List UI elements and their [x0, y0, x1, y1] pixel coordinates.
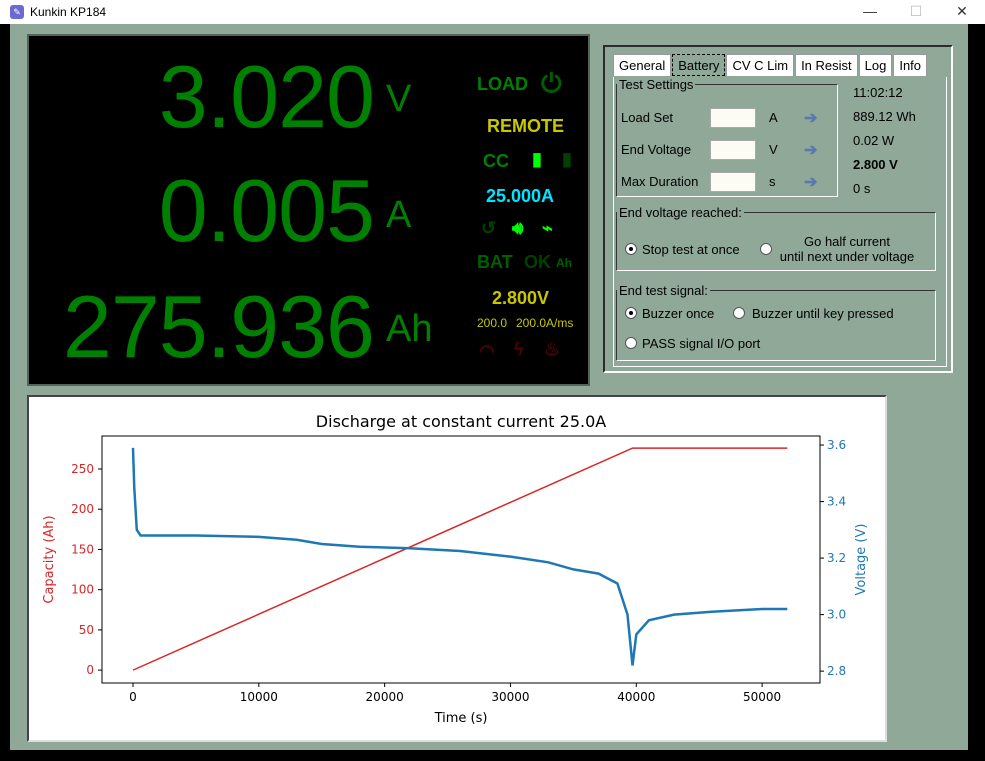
remote-indicator: REMOTE — [487, 116, 565, 136]
end-voltage-label: End Voltage — [621, 142, 692, 157]
tab-battery[interactable]: Battery — [672, 54, 726, 76]
energy-readout: 889.12 Wh — [853, 109, 916, 124]
mode-indicator: CC — [483, 151, 509, 171]
power-readout: 0.02 W — [853, 133, 895, 148]
load-set-unit: A — [769, 110, 778, 125]
x-tick-label: 40000 — [617, 690, 655, 704]
repeat-icon: ↺ — [481, 218, 497, 238]
close-button[interactable]: ✕ — [939, 0, 985, 24]
y-tick-label: 200 — [71, 502, 94, 516]
battery-charging-icon: ▮ — [532, 149, 542, 169]
current-unit: A — [386, 194, 412, 236]
go-half-current-line2: until next under voltage — [779, 249, 915, 264]
ok-indicator: OK — [524, 252, 551, 272]
x-axis-label: Time (s) — [434, 711, 488, 726]
y2-tick-label: 3.6 — [827, 438, 846, 452]
title-bar: ✎ Kunkin KP184 — ☐ ✕ — [0, 0, 985, 24]
capacity-unit: Ah — [386, 308, 433, 350]
load-set-label: Load Set — [621, 110, 674, 125]
battery-tab-body: Test Settings Load Set A ➔ End Voltage V… — [613, 77, 947, 367]
stop-test-label: Stop test at once — [642, 242, 740, 257]
capacity-line — [132, 447, 788, 671]
y2-tick-label: 3.0 — [827, 608, 846, 622]
y2-tick-label: 3.4 — [827, 495, 846, 509]
end-voltage-reached-legend: End voltage reached: — [619, 205, 742, 220]
flame-icon: ♨ — [544, 339, 561, 359]
tab-in-resist[interactable]: In Resist — [795, 54, 858, 76]
end-voltage-input[interactable] — [710, 140, 756, 160]
battery-unknown-icon: ▮ — [562, 149, 572, 169]
y-tick-label: 150 — [71, 542, 94, 556]
end-voltage: 2.800V — [492, 288, 550, 308]
load-set-apply-icon[interactable]: ➔ — [804, 108, 817, 128]
max-duration-input[interactable] — [710, 172, 756, 192]
y-tick-label: 50 — [79, 623, 94, 637]
x-tick-label: 0 — [129, 690, 137, 704]
pass-signal-label: PASS signal I/O port — [642, 336, 761, 351]
buzzer-until-key-radio[interactable] — [733, 307, 745, 319]
discharge-chart: Discharge at constant current 25.0A Time … — [42, 412, 869, 726]
buzzer-once-radio[interactable] — [625, 307, 637, 319]
speaker-icon: 🔊︎ — [512, 218, 524, 238]
load-set-input[interactable] — [710, 108, 756, 128]
set-current: 25.000A — [486, 186, 555, 206]
end-voltage-unit: V — [769, 142, 778, 157]
pass-signal-radio[interactable] — [625, 337, 637, 349]
gauge-icon: ◠ — [479, 341, 495, 361]
voltage-readout: 3.020 — [158, 47, 375, 146]
bat-indicator: BAT — [477, 252, 513, 272]
y2-tick-label: 3.2 — [827, 551, 846, 565]
chart-panel: Discharge at constant current 25.0A Time … — [27, 395, 887, 742]
tab-general[interactable]: General — [613, 54, 672, 76]
window-title: Kunkin KP184 — [30, 5, 107, 19]
y2-axis-label: Voltage (V) — [854, 524, 869, 596]
buzzer-once-label: Buzzer once — [642, 306, 715, 321]
x-tick-label: 30000 — [491, 690, 529, 704]
app-icon: ✎ — [10, 5, 24, 19]
y2-tick-label: 2.8 — [827, 664, 846, 678]
load-indicator: LOAD — [477, 74, 528, 94]
duration-readout: 0 s — [853, 181, 871, 196]
end-voltage-apply-icon[interactable]: ➔ — [804, 140, 817, 160]
max-duration-label: Max Duration — [621, 174, 699, 189]
slew-rate-1: 200.0 — [477, 316, 508, 330]
tab-cv-c-lim[interactable]: CV C Lim — [726, 54, 795, 76]
x-tick-label: 50000 — [743, 690, 781, 704]
meter-display: 3.020 V 0.005 A 275.936 Ah LOAD ⏻ REMOTE… — [27, 34, 590, 386]
y-axis-label: Capacity (Ah) — [42, 515, 57, 603]
minimize-button[interactable]: — — [847, 0, 893, 24]
end-test-signal-legend: End test signal: — [619, 283, 708, 298]
y-tick-label: 100 — [71, 583, 94, 597]
power-icon[interactable]: ⏻ — [541, 68, 562, 100]
current-readout: 0.005 — [158, 161, 375, 260]
lightning-icon: ϟ — [514, 339, 524, 359]
go-half-current-label: Go half current until next under voltage — [779, 234, 915, 264]
plot-frame — [101, 435, 821, 684]
clock-readout: 11:02:12 — [853, 85, 903, 100]
y-tick-label: 0 — [86, 663, 94, 677]
max-duration-unit: s — [769, 174, 776, 189]
end-voltage-readout: 2.800 V — [853, 157, 898, 172]
x-tick-label: 20000 — [366, 690, 404, 704]
stop-test-radio[interactable] — [625, 243, 637, 255]
tab-info[interactable]: Info — [893, 54, 928, 76]
tab-log[interactable]: Log — [858, 54, 893, 76]
voltage-unit: V — [386, 78, 412, 120]
voltage-line — [131, 447, 788, 666]
ah-indicator: Ah — [556, 256, 572, 270]
chart-title: Discharge at constant current 25.0A — [316, 412, 606, 431]
capacity-readout: 275.936 — [62, 277, 375, 376]
settings-panel: General Battery CV C Lim In Resist Log I… — [603, 45, 953, 373]
test-settings-legend: Test Settings — [619, 77, 694, 92]
x-tick-label: 10000 — [240, 690, 278, 704]
go-half-current-line1: Go half current — [804, 234, 890, 249]
max-duration-apply-icon[interactable]: ➔ — [804, 172, 817, 192]
y-tick-label: 250 — [71, 462, 94, 476]
usb-icon: ⌁ — [542, 218, 553, 238]
buzzer-until-key-label: Buzzer until key pressed — [752, 306, 894, 321]
slew-rate-2: 200.0A/ms — [516, 316, 574, 330]
maximize-button[interactable]: ☐ — [893, 0, 939, 24]
go-half-current-radio[interactable] — [760, 243, 772, 255]
